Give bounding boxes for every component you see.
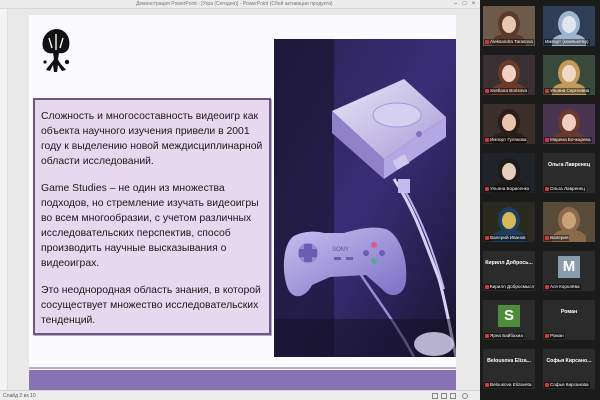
participant-name: Валерий Иванов bbox=[484, 235, 527, 241]
participant-tile[interactable]: M Ася Королёва bbox=[543, 251, 595, 291]
participant-tile[interactable]: Валерия bbox=[543, 202, 595, 242]
muted-mic-icon bbox=[485, 382, 489, 387]
title-bar: Демонстрация PowerPoint - [Угра (Сегодня… bbox=[0, 0, 480, 9]
muted-mic-icon bbox=[485, 284, 489, 289]
muted-mic-icon bbox=[485, 333, 489, 338]
participant-name: Марина Бочкарева bbox=[544, 137, 592, 143]
powerpoint-window: Демонстрация PowerPoint - [Угра (Сегодня… bbox=[0, 0, 480, 400]
participant-name: Ульяна Борисенко bbox=[484, 186, 531, 192]
participant-face bbox=[502, 16, 516, 33]
muted-mic-icon bbox=[545, 235, 549, 240]
minimize-button[interactable]: – bbox=[452, 1, 459, 8]
maximize-button[interactable]: □ bbox=[461, 1, 468, 8]
participant-name: Ульяна Сергеевна bbox=[544, 88, 591, 94]
participant-face bbox=[502, 163, 516, 180]
paragraph-2: Game Studies – не один из множества подх… bbox=[41, 183, 259, 269]
participant-face bbox=[502, 114, 516, 131]
participant-tile[interactable]: Svetlana Borisova bbox=[483, 55, 535, 95]
participant-display-name: Belousova Eliza... bbox=[487, 358, 531, 364]
participant-tile[interactable]: Ольга Лавренец Ольга Лавренец bbox=[543, 153, 595, 193]
muted-mic-icon bbox=[485, 88, 489, 93]
participant-tile[interactable]: Роман Роман bbox=[543, 300, 595, 340]
muted-mic-icon bbox=[485, 235, 489, 240]
participant-name: Кирилл Добросмыслов bbox=[484, 284, 534, 290]
muted-mic-icon bbox=[545, 88, 549, 93]
slide-sorter-icon[interactable] bbox=[441, 393, 447, 399]
participant-face bbox=[502, 65, 516, 82]
svg-text:SONY: SONY bbox=[332, 247, 349, 253]
participant-tile[interactable]: Belousova Eliza... Belousova Elizaveta bbox=[483, 349, 535, 389]
participant-name: Ярна Байбахиа bbox=[484, 333, 524, 339]
participant-tile[interactable]: Кирилл Добрось... Кирилл Добросмыслов bbox=[483, 251, 535, 291]
participant-tile[interactable]: S Ярна Байбахиа bbox=[483, 300, 535, 340]
participant-name: Belousova Elizaveta bbox=[484, 382, 533, 388]
participant-tile[interactable]: Aleksandra Tarasova bbox=[483, 6, 535, 46]
slide-counter: Слайд 2 из 10 bbox=[3, 393, 36, 399]
participants-gallery: Aleksandra Tarasova Импорт (компьютер) Sve… bbox=[480, 0, 600, 400]
participant-name: Софья Кирсанова bbox=[544, 382, 590, 388]
tree-logo-icon bbox=[42, 29, 70, 72]
slide-text-box[interactable]: Сложность и многосоставность видеоигр ка… bbox=[33, 98, 271, 335]
game-console-photo: SONY bbox=[274, 39, 456, 357]
muted-mic-icon bbox=[485, 39, 489, 44]
participant-avatar: M bbox=[558, 256, 580, 278]
participant-name: Svetlana Borisova bbox=[484, 88, 529, 94]
participant-display-name: Ольга Лавренец bbox=[547, 162, 591, 168]
participant-name: Импорт (компьютер) bbox=[544, 39, 590, 45]
participant-tile[interactable]: Валерий Иванов bbox=[483, 202, 535, 242]
participant-avatar: S bbox=[498, 305, 520, 327]
participant-tile[interactable]: Импорт (компьютер) bbox=[543, 6, 595, 46]
participant-display-name: Софья Кирсано... bbox=[546, 358, 592, 364]
reading-view-icon[interactable] bbox=[450, 393, 456, 399]
participant-display-name: Кирилл Добрось... bbox=[485, 260, 533, 266]
muted-mic-icon bbox=[545, 137, 549, 142]
participant-face bbox=[562, 212, 576, 229]
screen: Демонстрация PowerPoint - [Угра (Сегодня… bbox=[0, 0, 600, 400]
muted-mic-icon bbox=[485, 186, 489, 191]
participant-face bbox=[562, 65, 576, 82]
participant-name: Импорт Гулякова bbox=[484, 137, 528, 143]
slide-divider-line bbox=[29, 367, 456, 369]
participant-face bbox=[502, 212, 516, 229]
participant-name: Aleksandra Tarasova bbox=[484, 39, 534, 45]
slide: Сложность и многосоставность видеоигр ка… bbox=[29, 15, 456, 396]
participant-face bbox=[562, 114, 576, 131]
slide-area: Сложность и многосоставность видеоигр ка… bbox=[8, 9, 480, 396]
status-bar: Слайд 2 из 10 bbox=[0, 390, 480, 400]
close-button[interactable]: × bbox=[470, 1, 477, 8]
muted-mic-icon bbox=[545, 382, 549, 387]
participant-name: Ася Королёва bbox=[544, 284, 581, 290]
left-pane bbox=[0, 9, 8, 390]
participant-tile[interactable]: Ульяна Борисенко bbox=[483, 153, 535, 193]
participant-name: Ольга Лавренец bbox=[544, 186, 586, 192]
participant-name: Валерия bbox=[544, 235, 570, 241]
participant-tile[interactable]: Импорт Гулякова bbox=[483, 104, 535, 144]
window-title: Демонстрация PowerPoint - [Угра (Сегодня… bbox=[136, 1, 333, 7]
participant-name: Роман bbox=[544, 333, 565, 339]
zoom-icon[interactable] bbox=[462, 393, 468, 399]
participant-face bbox=[562, 16, 576, 33]
normal-view-icon[interactable] bbox=[432, 393, 438, 399]
participant-tile[interactable]: Марина Бочкарева bbox=[543, 104, 595, 144]
muted-mic-icon bbox=[485, 137, 489, 142]
muted-mic-icon bbox=[545, 284, 549, 289]
participant-tile[interactable]: Ульяна Сергеевна bbox=[543, 55, 595, 95]
participant-display-name: Роман bbox=[560, 309, 578, 315]
participant-tile[interactable]: Софья Кирсано... Софья Кирсанова bbox=[543, 349, 595, 389]
muted-mic-icon bbox=[545, 186, 549, 191]
paragraph-1: Сложность и многосоставность видеоигр ка… bbox=[41, 111, 263, 167]
paragraph-3: Это неоднородная область знания, в котор… bbox=[41, 285, 261, 326]
muted-mic-icon bbox=[545, 333, 549, 338]
